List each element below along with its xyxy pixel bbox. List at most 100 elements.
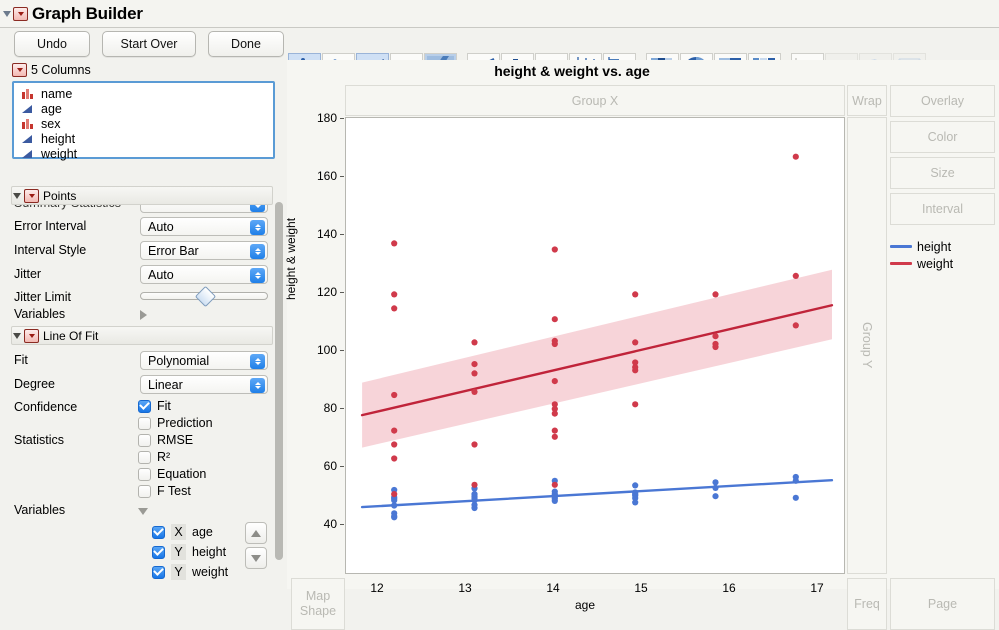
window-titlebar: Graph Builder bbox=[0, 0, 999, 28]
fit-value: Polynomial bbox=[148, 353, 210, 368]
confidence-prediction-checkbox-row[interactable]: Prediction bbox=[138, 416, 213, 430]
stepper-icon[interactable] bbox=[250, 219, 265, 235]
stepper-icon[interactable] bbox=[250, 267, 265, 283]
variable-row-y-height[interactable]: Y height bbox=[152, 544, 226, 560]
done-button[interactable]: Done bbox=[208, 31, 284, 57]
graph-pane: height & weight vs. age Group X Wrap Gro… bbox=[284, 60, 999, 630]
y-tick-label: 80 bbox=[323, 401, 337, 415]
statistics-ftest-checkbox[interactable] bbox=[138, 484, 151, 498]
fit-popup[interactable]: Polynomial bbox=[140, 351, 268, 370]
legend-label-weight: weight bbox=[917, 256, 954, 271]
dropzone-map-shape-label-1: Map bbox=[305, 589, 331, 603]
scrollbar-thumb[interactable] bbox=[275, 202, 283, 560]
dropzone-overlay[interactable]: Overlay bbox=[890, 85, 995, 117]
confidence-fit-label: Fit bbox=[157, 399, 171, 413]
statistics-equation-checkbox[interactable] bbox=[138, 467, 151, 481]
legend-item-height[interactable]: height bbox=[890, 238, 953, 255]
list-item[interactable]: sex bbox=[14, 116, 273, 131]
dropzone-freq[interactable]: Freq bbox=[847, 578, 887, 630]
confidence-fit-checkbox[interactable] bbox=[138, 399, 151, 413]
error-interval-popup[interactable]: Auto bbox=[140, 217, 268, 236]
columns-count-label: 5 Columns bbox=[31, 62, 91, 77]
stepper-icon[interactable] bbox=[250, 377, 265, 393]
statistics-rmse-checkbox-row[interactable]: RMSE bbox=[138, 433, 193, 447]
columns-list[interactable]: name age sex height weight bbox=[12, 81, 275, 161]
y-tick-label: 100 bbox=[316, 343, 337, 357]
plot-svg bbox=[360, 153, 834, 521]
variable-row-x-age[interactable]: X age bbox=[152, 524, 213, 540]
plot-area[interactable] bbox=[345, 117, 845, 574]
points-red-triangle-menu-icon[interactable] bbox=[24, 188, 39, 203]
list-item[interactable]: age bbox=[14, 101, 273, 116]
points-variables-row[interactable]: Variables bbox=[14, 307, 65, 321]
x-tick-label: 17 bbox=[810, 581, 824, 595]
window-disclosure-triangle-icon[interactable] bbox=[3, 10, 11, 17]
y-tick-mark bbox=[340, 350, 344, 351]
dropzone-page[interactable]: Page bbox=[890, 578, 995, 630]
statistics-equation-checkbox-row[interactable]: Equation bbox=[138, 467, 206, 481]
list-item[interactable]: weight bbox=[14, 146, 273, 161]
error-interval-row: Error Interval bbox=[14, 219, 86, 233]
confidence-fit-checkbox-row[interactable]: Fit bbox=[138, 399, 171, 413]
points-disclosure-triangle-icon[interactable] bbox=[13, 192, 21, 199]
start-over-button[interactable]: Start Over bbox=[102, 31, 196, 57]
degree-row: Degree bbox=[14, 377, 55, 391]
dropzone-group-x[interactable]: Group X bbox=[345, 85, 845, 116]
y-tick-mark bbox=[340, 292, 344, 293]
move-variable-up-button[interactable] bbox=[245, 522, 267, 544]
arrow-up-icon bbox=[251, 529, 261, 537]
list-item[interactable]: name bbox=[14, 86, 273, 101]
line-of-fit-disclosure-triangle-icon[interactable] bbox=[13, 332, 21, 339]
x-tick-label: 13 bbox=[458, 581, 472, 595]
dropzone-group-y[interactable]: Group Y bbox=[847, 117, 887, 574]
confidence-label: Confidence bbox=[14, 400, 78, 414]
points-variables-expand-icon[interactable] bbox=[140, 310, 147, 320]
statistics-r2-label: R² bbox=[157, 450, 171, 464]
red-triangle-menu-icon[interactable] bbox=[13, 6, 28, 21]
slider-thumb[interactable] bbox=[194, 285, 217, 308]
dropzone-size[interactable]: Size bbox=[890, 157, 995, 189]
stepper-icon[interactable] bbox=[250, 353, 265, 369]
variable-weight-checkbox[interactable] bbox=[152, 565, 165, 579]
variable-age-checkbox[interactable] bbox=[152, 525, 165, 539]
statistics-r2-checkbox-row[interactable]: R² bbox=[138, 450, 170, 464]
dropzone-group-x-label: Group X bbox=[571, 93, 619, 108]
fit-variables-row[interactable]: Variables bbox=[14, 503, 65, 517]
points-section-title: Points bbox=[43, 188, 77, 203]
degree-popup[interactable]: Linear bbox=[140, 375, 268, 394]
dropzone-color-label: Color bbox=[927, 130, 958, 144]
statistics-r2-checkbox[interactable] bbox=[138, 450, 151, 464]
stepper-icon[interactable] bbox=[250, 243, 265, 259]
dropzone-map-shape[interactable]: Map Shape bbox=[291, 578, 345, 630]
dropzone-wrap[interactable]: Wrap bbox=[847, 85, 887, 116]
points-variables-label: Variables bbox=[14, 307, 66, 321]
move-variable-down-button[interactable] bbox=[245, 547, 267, 569]
control-panel-scrollbar[interactable] bbox=[275, 196, 283, 572]
statistics-ftest-checkbox-row[interactable]: F Test bbox=[138, 484, 191, 498]
legend-line-height bbox=[890, 245, 912, 248]
y-tick-label: 60 bbox=[323, 459, 337, 473]
line-of-fit-section-title: Line Of Fit bbox=[43, 328, 99, 343]
undo-button[interactable]: Undo bbox=[14, 31, 90, 57]
page-title: Graph Builder bbox=[32, 3, 143, 23]
variable-height-checkbox[interactable] bbox=[152, 545, 165, 559]
continuous-triangle-icon bbox=[21, 148, 34, 159]
confidence-prediction-checkbox[interactable] bbox=[138, 416, 151, 430]
dropzone-overlay-label: Overlay bbox=[920, 94, 965, 108]
interval-style-popup[interactable]: Error Bar bbox=[140, 241, 268, 260]
list-item[interactable]: height bbox=[14, 131, 273, 146]
dropzone-color[interactable]: Color bbox=[890, 121, 995, 153]
jitter-limit-slider[interactable] bbox=[140, 285, 268, 308]
legend-item-weight[interactable]: weight bbox=[890, 255, 953, 272]
columns-panel-header[interactable]: 5 Columns bbox=[0, 60, 287, 79]
line-of-fit-red-triangle-menu-icon[interactable] bbox=[24, 328, 39, 343]
statistics-rmse-checkbox[interactable] bbox=[138, 433, 151, 447]
fit-variables-collapse-icon[interactable] bbox=[138, 508, 148, 515]
jitter-row: Jitter bbox=[14, 267, 41, 281]
statistics-equation-label: Equation bbox=[157, 467, 207, 481]
dropzone-interval[interactable]: Interval bbox=[890, 193, 995, 225]
variable-row-y-weight[interactable]: Y weight bbox=[152, 564, 228, 580]
columns-red-triangle-menu-icon[interactable] bbox=[12, 62, 27, 77]
x-tick-label: 14 bbox=[546, 581, 560, 595]
jitter-popup[interactable]: Auto bbox=[140, 265, 268, 284]
